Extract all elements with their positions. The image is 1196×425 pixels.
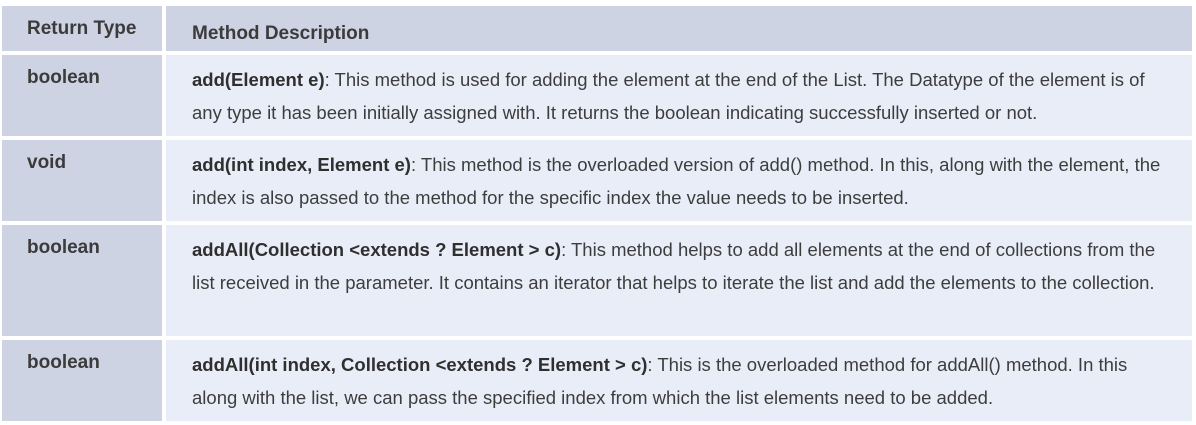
return-type-cell: boolean (2, 340, 162, 421)
method-description-text: : This method is used for adding the ele… (192, 69, 1145, 123)
table-header-row: Return Type Method Description (2, 6, 1192, 51)
method-description-cell: add(int index, Element e): This method i… (166, 140, 1192, 221)
header-method-description: Method Description (166, 6, 1192, 51)
table-row: void add(int index, Element e): This met… (2, 140, 1192, 221)
return-type-cell: boolean (2, 225, 162, 336)
method-name: addAll(Collection <extends ? Element > c… (192, 239, 562, 260)
method-table: Return Type Method Description boolean a… (0, 0, 1196, 425)
return-type-cell: boolean (2, 55, 162, 136)
table-row: boolean addAll(Collection <extends ? Ele… (2, 225, 1192, 336)
method-description-cell: addAll(int index, Collection <extends ? … (166, 340, 1192, 421)
method-name: add(Element e) (192, 69, 325, 90)
table-row: boolean addAll(int index, Collection <ex… (2, 340, 1192, 421)
header-return-type: Return Type (2, 6, 162, 51)
method-name: addAll(int index, Collection <extends ? … (192, 354, 648, 375)
table-row: boolean add(Element e): This method is u… (2, 55, 1192, 136)
return-type-cell: void (2, 140, 162, 221)
method-description-cell: addAll(Collection <extends ? Element > c… (166, 225, 1192, 336)
method-name: add(int index, Element e) (192, 154, 411, 175)
method-description-cell: add(Element e): This method is used for … (166, 55, 1192, 136)
